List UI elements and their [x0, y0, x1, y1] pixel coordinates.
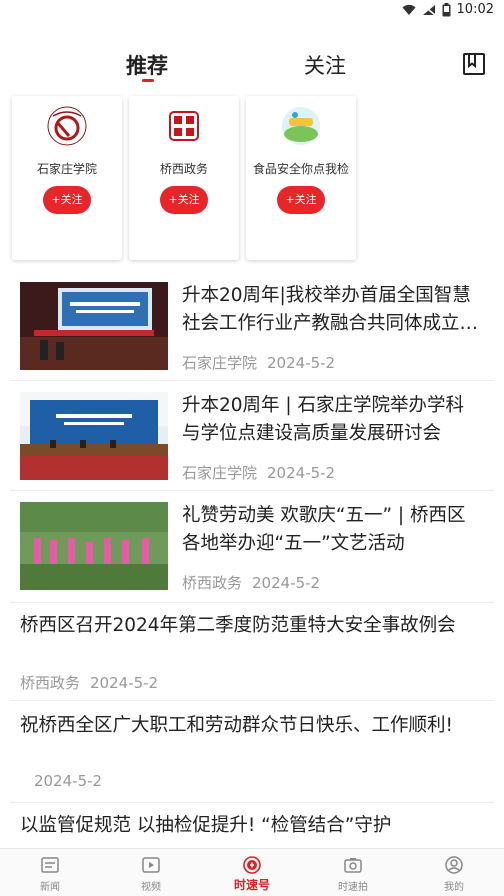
follow-button[interactable]: +关注 — [43, 186, 91, 214]
news-title: 升本20周年|我校举办首届全国智慧社会工作行业产教融合共同体成立大会 — [182, 285, 479, 334]
news-thumbnail — [20, 502, 168, 590]
news-title: 桥西区召开2024年第二季度防范重特大安全事故例会 — [20, 615, 456, 636]
status-icons: 10:02 — [402, 2, 494, 17]
news-meta: 桥西政务 2024-5-2 — [182, 572, 320, 593]
account-logo — [164, 106, 204, 146]
recommended-accounts: 石家庄学院 +关注 桥西政务 +关注 食品安全你点我检 +关注 — [0, 96, 504, 266]
account-name: 食品安全你点我检 — [252, 162, 349, 176]
news-source: 桥西政务 — [20, 674, 81, 692]
tab-following[interactable]: 关注 — [304, 50, 346, 80]
wifi-icon — [402, 4, 416, 15]
follow-button[interactable]: +关注 — [160, 186, 208, 214]
account-name: 桥西政务 — [159, 162, 208, 176]
divider — [10, 380, 494, 381]
bottom-nav-profile[interactable]: 我的 — [419, 855, 489, 893]
news-thumbnail — [20, 282, 168, 370]
news-meta: 石家庄学院 2024-5-2 — [182, 352, 335, 373]
news-date: 2024-5-2 — [252, 574, 321, 592]
news-date: 2024-5-2 — [267, 354, 336, 372]
active-tab-indicator — [142, 79, 154, 82]
bottom-nav-label: 时速拍 — [338, 882, 368, 893]
tab-recommend[interactable]: 推荐 — [126, 50, 168, 80]
bottom-nav: 新闻 视频 时速号 时速拍 我的 — [0, 848, 504, 896]
bottom-nav-camera[interactable]: 时速拍 — [318, 855, 388, 893]
divider — [10, 490, 494, 491]
bottom-nav-shisu[interactable]: 时速号 — [217, 855, 287, 893]
bookmark-icon[interactable] — [462, 52, 486, 76]
news-source: 桥西政务 — [182, 574, 243, 592]
food-safety-logo — [282, 107, 320, 145]
conference-hall-image — [20, 282, 168, 370]
shisu-icon — [243, 856, 261, 874]
profile-icon — [445, 856, 463, 874]
news-title: 升本20周年 | 石家庄学院举办学科与学位点建设高质量发展研讨会 — [182, 395, 465, 444]
bottom-nav-video[interactable]: 视频 — [116, 855, 186, 893]
bottom-nav-label: 我的 — [444, 882, 464, 893]
divider — [10, 802, 494, 803]
account-card[interactable]: 食品安全你点我检 +关注 — [246, 96, 356, 260]
news-title: 祝桥西全区广大职工和劳动群众节日快乐、工作顺利! — [20, 715, 453, 736]
news-source: 石家庄学院 — [182, 464, 258, 482]
status-time: 10:02 — [456, 2, 494, 17]
shijiazhuang-university-logo — [47, 106, 87, 146]
battery-icon — [442, 2, 451, 16]
bottom-nav-news[interactable]: 新闻 — [15, 855, 85, 893]
news-thumbnail — [20, 392, 168, 480]
news-title: 礼赞劳动美 欢歌庆“五一” | 桥西区各地举办迎“五一”文艺活动 — [182, 505, 466, 554]
news-meta: 桥西政务 2024-5-2 — [20, 672, 158, 693]
status-bar: 10:02 — [0, 0, 504, 22]
bottom-nav-label: 时速号 — [233, 878, 270, 892]
conference-hall-image — [20, 392, 168, 480]
news-icon — [41, 857, 59, 873]
account-name: 石家庄学院 — [36, 162, 97, 176]
account-logo — [281, 106, 321, 146]
account-card[interactable]: 桥西政务 +关注 — [129, 96, 239, 260]
video-icon — [142, 857, 160, 873]
qiaoxi-government-logo — [165, 107, 203, 145]
news-source: 石家庄学院 — [182, 354, 258, 372]
divider — [10, 700, 494, 701]
news-meta: 石家庄学院 2024-5-2 — [182, 462, 335, 483]
divider — [10, 602, 494, 603]
bottom-nav-label: 视频 — [141, 882, 161, 893]
follow-button[interactable]: +关注 — [277, 186, 325, 214]
account-card[interactable]: 石家庄学院 +关注 — [12, 96, 122, 260]
news-date: 2024-5-2 — [34, 772, 103, 790]
news-title: 以监管促规范 以抽检促提升! “检管结合”守护 — [20, 815, 392, 836]
top-nav: 推荐 关注 — [0, 44, 504, 90]
camera-icon — [344, 858, 362, 873]
news-meta: 2024-5-2 — [34, 772, 102, 790]
account-logo — [47, 106, 87, 146]
no-signal-icon — [422, 3, 436, 16]
news-date: 2024-5-2 — [90, 674, 159, 692]
news-date: 2024-5-2 — [267, 464, 336, 482]
outdoor-dance-image — [20, 502, 168, 590]
bottom-nav-label: 新闻 — [40, 882, 60, 893]
